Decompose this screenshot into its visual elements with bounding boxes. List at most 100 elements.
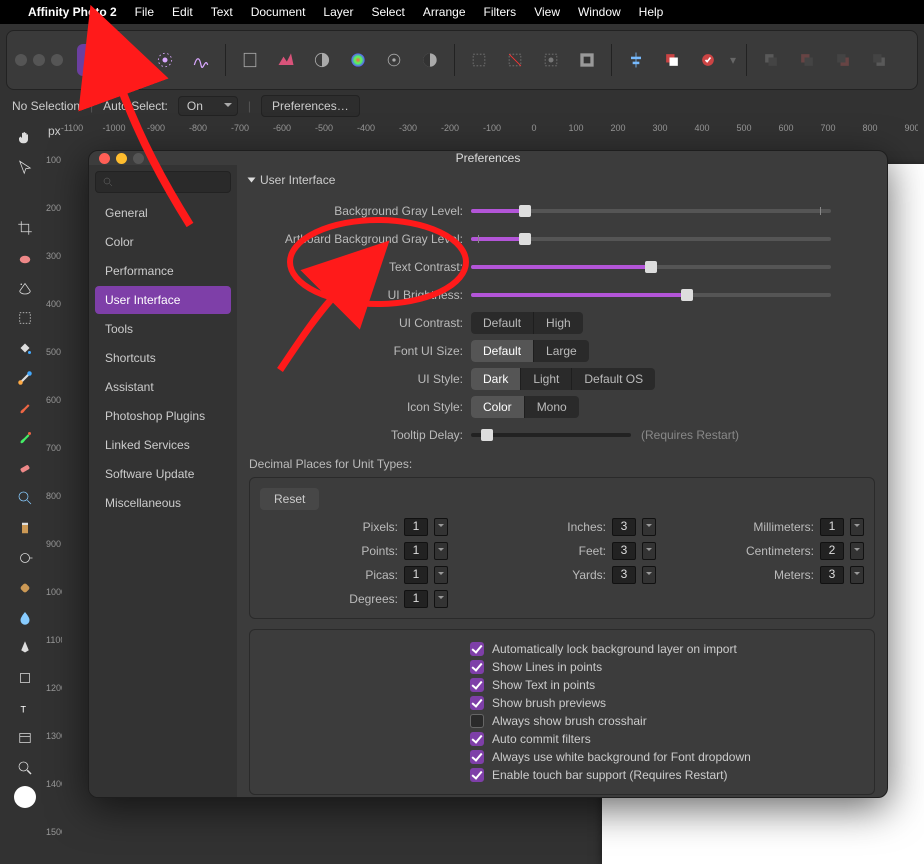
menu-file[interactable]: File	[135, 5, 154, 19]
text-tool-icon[interactable]: T	[11, 694, 39, 722]
menu-view[interactable]: View	[534, 5, 560, 19]
unit-stepper[interactable]	[434, 590, 448, 608]
ui-contrast-segmented[interactable]: DefaultHigh	[471, 312, 583, 334]
checkbox[interactable]	[470, 642, 484, 656]
photo-persona-icon[interactable]	[77, 44, 109, 76]
sidebar-item-performance[interactable]: Performance	[95, 257, 231, 285]
unit-stepper[interactable]	[642, 518, 656, 536]
checkbox[interactable]	[470, 750, 484, 764]
menu-layer[interactable]: Layer	[323, 5, 353, 19]
unit-stepper[interactable]	[850, 518, 864, 536]
unit-value[interactable]: 3	[612, 566, 636, 584]
checkbox[interactable]	[470, 768, 484, 782]
bg-gray-slider[interactable]	[471, 201, 831, 221]
artboard-gray-slider[interactable]	[471, 229, 831, 249]
liquify-persona-icon[interactable]	[113, 44, 145, 76]
checkbox[interactable]	[470, 678, 484, 692]
preferences-search[interactable]	[95, 171, 231, 193]
document-setup-icon[interactable]	[234, 44, 266, 76]
zoom-tool-2-icon[interactable]	[11, 754, 39, 782]
auto-select-dropdown[interactable]: On	[178, 96, 238, 116]
black-white-icon[interactable]	[414, 44, 446, 76]
hand-tool-icon[interactable]	[11, 124, 39, 152]
segment-option[interactable]: Default	[471, 340, 534, 362]
sidebar-item-user-interface[interactable]: User Interface	[95, 286, 231, 314]
menu-edit[interactable]: Edit	[172, 5, 193, 19]
unit-value[interactable]: 1	[404, 518, 428, 536]
preferences-button[interactable]: Preferences…	[261, 95, 360, 117]
text-contrast-slider[interactable]	[471, 257, 831, 277]
color-picker-tool-icon[interactable]	[11, 184, 39, 212]
checkbox[interactable]	[470, 732, 484, 746]
menu-text[interactable]: Text	[211, 5, 233, 19]
develop-persona-icon[interactable]	[149, 44, 181, 76]
font-ui-segmented[interactable]: DefaultLarge	[471, 340, 589, 362]
unit-stepper[interactable]	[850, 566, 864, 584]
toggle-selection-icon[interactable]	[571, 44, 603, 76]
checkbox[interactable]	[470, 696, 484, 710]
move-tool-icon[interactable]	[11, 154, 39, 182]
blur-brush-tool-icon[interactable]	[11, 604, 39, 632]
segment-option[interactable]: Light	[521, 368, 572, 390]
checkbox[interactable]	[470, 714, 484, 728]
unit-stepper[interactable]	[642, 542, 656, 560]
tone-map-persona-icon[interactable]	[185, 44, 217, 76]
segment-option[interactable]: Color	[471, 396, 525, 418]
hsl-icon[interactable]	[342, 44, 374, 76]
sidebar-item-linked-services[interactable]: Linked Services	[95, 431, 231, 459]
menu-arrange[interactable]: Arrange	[423, 5, 466, 19]
menu-window[interactable]: Window	[578, 5, 621, 19]
pen-tool-icon[interactable]	[11, 634, 39, 662]
white-balance-icon[interactable]	[378, 44, 410, 76]
flood-select-tool-icon[interactable]	[11, 274, 39, 302]
insert-target-icon[interactable]	[692, 44, 724, 76]
unit-value[interactable]: 3	[820, 566, 844, 584]
unit-value[interactable]: 3	[612, 518, 636, 536]
prefs-close-icon[interactable]	[99, 153, 110, 164]
app-menu[interactable]: Affinity Photo 2	[28, 5, 117, 19]
levels-icon[interactable]	[270, 44, 302, 76]
arrange-icon[interactable]	[656, 44, 688, 76]
traffic-min-icon[interactable]	[33, 54, 45, 66]
prefs-min-icon[interactable]	[116, 153, 127, 164]
sidebar-item-software-update[interactable]: Software Update	[95, 460, 231, 488]
segment-option[interactable]: Dark	[471, 368, 521, 390]
dodge-tool-icon[interactable]	[11, 544, 39, 572]
alignment-icon[interactable]	[620, 44, 652, 76]
unit-stepper[interactable]	[434, 566, 448, 584]
erase-brush-tool-icon[interactable]	[11, 454, 39, 482]
sidebar-item-general[interactable]: General	[95, 199, 231, 227]
assets-tool-icon[interactable]	[11, 724, 39, 752]
clone-tool-icon[interactable]	[11, 514, 39, 542]
segment-option[interactable]: Default	[471, 312, 534, 334]
sidebar-item-tools[interactable]: Tools	[95, 315, 231, 343]
selection-clear-icon[interactable]	[499, 44, 531, 76]
menu-select[interactable]: Select	[371, 5, 404, 19]
unit-value[interactable]: 1	[820, 518, 844, 536]
menu-document[interactable]: Document	[251, 5, 306, 19]
curves-icon[interactable]	[306, 44, 338, 76]
reset-button[interactable]: Reset	[260, 488, 319, 510]
quick-mask-icon[interactable]	[463, 44, 495, 76]
marquee-tool-icon[interactable]	[11, 304, 39, 332]
unit-value[interactable]: 1	[404, 542, 428, 560]
unit-stepper[interactable]	[850, 542, 864, 560]
unit-stepper[interactable]	[642, 566, 656, 584]
ui-brightness-slider[interactable]	[471, 285, 831, 305]
unit-value[interactable]: 2	[820, 542, 844, 560]
sidebar-item-shortcuts[interactable]: Shortcuts	[95, 344, 231, 372]
paint-mixer-brush-tool-icon[interactable]	[11, 424, 39, 452]
sidebar-item-miscellaneous[interactable]: Miscellaneous	[95, 489, 231, 517]
menu-help[interactable]: Help	[639, 5, 664, 19]
menu-filters[interactable]: Filters	[484, 5, 517, 19]
foreground-color-swatch[interactable]	[14, 786, 36, 808]
traffic-close-icon[interactable]	[15, 54, 27, 66]
flood-fill-tool-icon[interactable]	[11, 334, 39, 362]
selection-brush-tool-icon[interactable]	[11, 244, 39, 272]
sidebar-item-photoshop-plugins[interactable]: Photoshop Plugins	[95, 402, 231, 430]
checkbox[interactable]	[470, 660, 484, 674]
segment-option[interactable]: Large	[534, 340, 589, 362]
unit-value[interactable]: 1	[404, 566, 428, 584]
unit-stepper[interactable]	[434, 518, 448, 536]
icon-style-segmented[interactable]: ColorMono	[471, 396, 579, 418]
